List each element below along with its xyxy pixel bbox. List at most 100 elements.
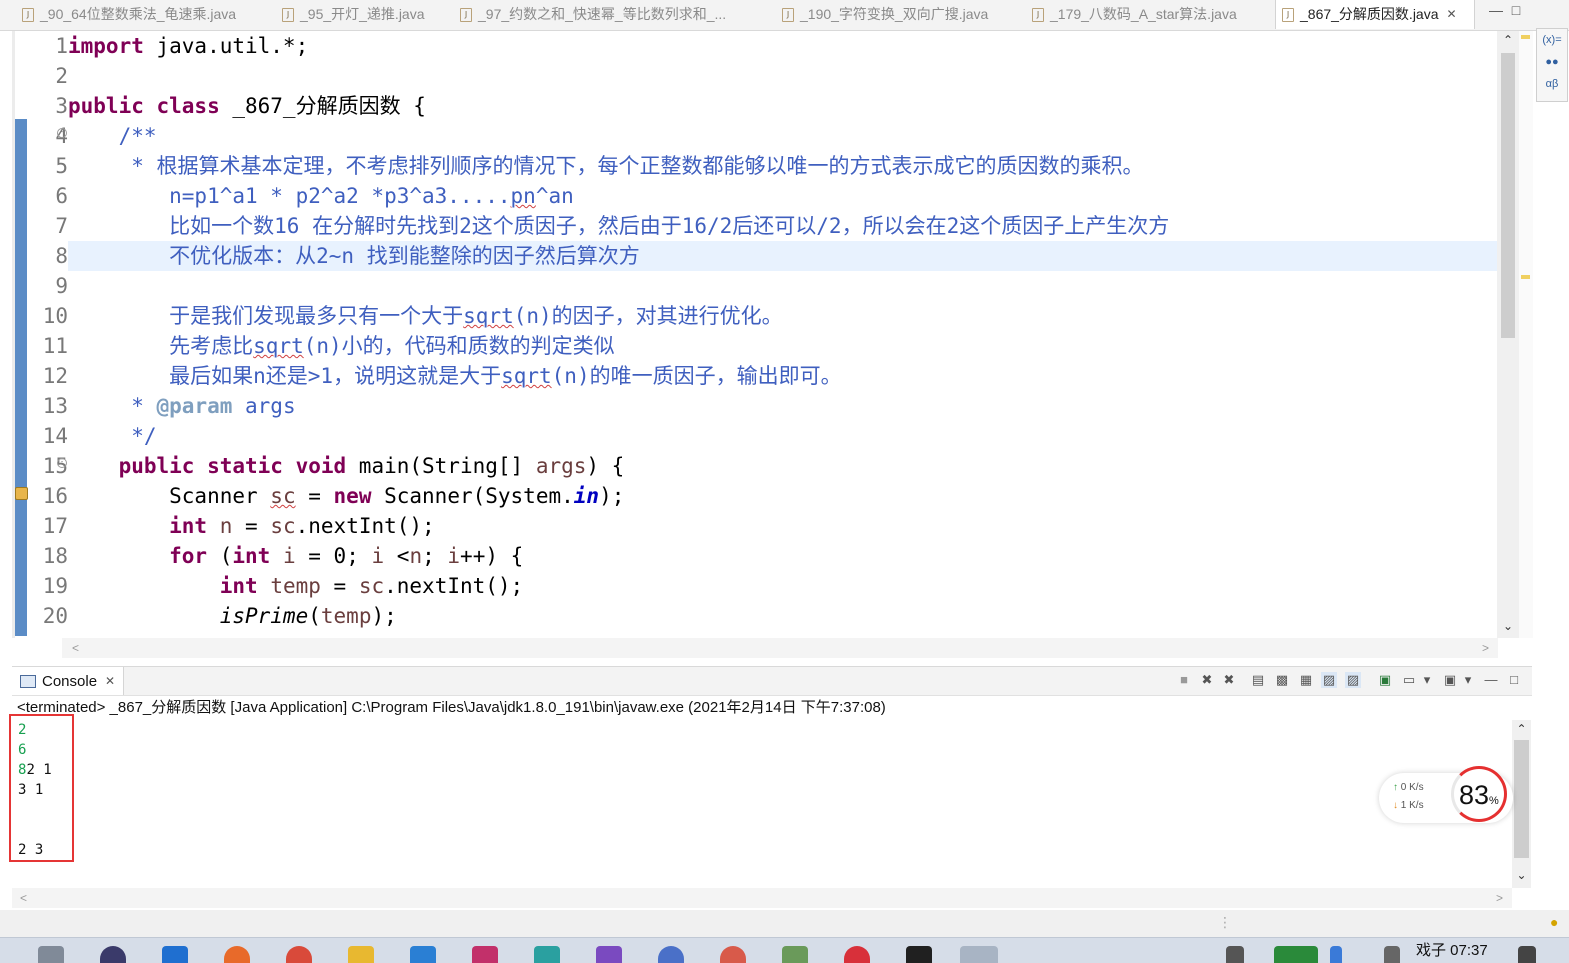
variables-view-icon[interactable]: (x)= [1537, 29, 1567, 51]
download-speed: ↓ 1 K/s [1393, 800, 1424, 811]
code-line-19: int temp = sc.nextInt(); [68, 574, 524, 598]
line-number: 1 [55, 34, 68, 58]
open-console-icon[interactable]: ▣ [1442, 672, 1458, 688]
app-icon[interactable] [162, 946, 188, 963]
line-number: 5 [55, 154, 68, 178]
battery-icon[interactable] [1274, 946, 1318, 963]
eclipse-icon[interactable] [960, 946, 998, 963]
scroll-left-icon[interactable]: < [20, 888, 27, 908]
show-on-stdout-icon[interactable]: ▨ [1321, 672, 1337, 688]
show-on-stderr-icon[interactable]: ▨ [1345, 672, 1361, 688]
tab-97-divisors[interactable]: J _97_约数之和_快速幂_等比数列求和_... [460, 0, 760, 29]
scroll-down-icon[interactable]: ⌄ [1497, 619, 1519, 633]
java-file-icon: J [460, 7, 472, 22]
app-icon[interactable] [658, 946, 684, 963]
scroll-lock-icon[interactable]: ▩ [1274, 672, 1290, 688]
terminate-icon[interactable]: ■ [1176, 672, 1192, 688]
code-line-4: /** [68, 124, 157, 148]
lightbulb-icon[interactable]: ● [1550, 914, 1558, 930]
close-console-icon[interactable]: ✕ [105, 674, 115, 688]
editor-horizontal-scrollbar[interactable]: < > [62, 638, 1498, 658]
scroll-left-icon[interactable]: < [72, 638, 79, 658]
word-wrap-icon[interactable]: ▦ [1298, 672, 1314, 688]
tray-icon[interactable] [1330, 946, 1342, 963]
vscode-icon[interactable] [410, 946, 436, 963]
overview-marker[interactable] [1521, 275, 1530, 279]
chevron-down-icon[interactable]: ▾ [1419, 672, 1435, 688]
tab-90-mul[interactable]: J _90_64位整数乘法_龟速乘.java [22, 0, 258, 29]
minimize-icon[interactable]: — [1487, 2, 1505, 20]
expressions-view-icon[interactable]: αβ [1537, 73, 1567, 95]
code-editor[interactable]: 1 2 3 4 5 6 7 8 9 10 11 12 13 14 15 16 1… [12, 31, 1520, 638]
volume-icon[interactable] [1384, 946, 1400, 963]
app-icon[interactable] [782, 946, 808, 963]
app-icon[interactable] [100, 946, 126, 963]
fold-toggle-icon[interactable]: - [57, 128, 67, 138]
browser-icon[interactable] [224, 946, 250, 963]
scroll-up-icon[interactable]: ⌃ [1497, 33, 1519, 47]
code-line-12: 最后如果n还是>1，说明这就是大于sqrt(n)的唯一质因子，输出即可。 [68, 364, 842, 388]
scroll-right-icon[interactable]: > [1482, 638, 1489, 658]
code-line-14: */ [68, 424, 157, 448]
line-number: 19 [42, 574, 68, 598]
chevron-down-icon[interactable]: ▾ [1460, 672, 1476, 688]
cpu-usage-value: 83% [1459, 780, 1499, 810]
goland-icon[interactable] [596, 946, 622, 963]
tab-label: _867_分解质因数.java [1300, 6, 1439, 22]
warning-icon[interactable] [15, 487, 28, 500]
line-number: 20 [42, 604, 68, 628]
remove-all-terminated-icon[interactable]: ✖ [1221, 672, 1237, 688]
app-icon[interactable] [38, 946, 64, 963]
input-method-icon[interactable] [1226, 946, 1244, 963]
line-number: 10 [42, 304, 68, 328]
maximize-icon[interactable]: □ [1506, 672, 1522, 688]
fold-toggle-icon[interactable]: - [57, 458, 67, 468]
breakpoints-view-icon[interactable]: ●● [1537, 51, 1567, 73]
scroll-down-icon[interactable]: ⌄ [1512, 868, 1531, 882]
tab-190-bfs[interactable]: J _190_字符变换_双向广搜.java [782, 0, 1014, 29]
console-process-title: <terminated> _867_分解质因数 [Java Applicatio… [17, 699, 886, 716]
ide-icon[interactable] [472, 946, 498, 963]
notification-icon[interactable] [1518, 946, 1536, 963]
line-number: 13 [42, 394, 68, 418]
scroll-up-icon[interactable]: ⌃ [1512, 722, 1531, 736]
scroll-right-icon[interactable]: > [1496, 888, 1503, 908]
terminal-icon[interactable] [906, 946, 932, 963]
tab-867-factorize[interactable]: J _867_分解质因数.java ✕ [1275, 0, 1475, 29]
folder-icon[interactable] [348, 946, 374, 963]
scrollbar-thumb[interactable] [1501, 53, 1515, 338]
tab-label: _90_64位整数乘法_龟速乘.java [40, 6, 237, 22]
pin-console-icon[interactable]: ▣ [1377, 672, 1393, 688]
overview-marker[interactable] [1521, 35, 1530, 39]
remove-launch-icon[interactable]: ✖ [1199, 672, 1215, 688]
tab-95-light[interactable]: J _95_开灯_递推.java [282, 0, 442, 29]
java-file-icon: J [782, 7, 794, 22]
line-number: 9 [55, 274, 68, 298]
taskbar-clock[interactable]: 戏子 07:37 [1416, 939, 1488, 960]
line-number: 16 [42, 484, 68, 508]
line-number: 14 [42, 424, 68, 448]
app-icon[interactable] [720, 946, 746, 963]
code-line-10: 于是我们发现最多只有一个大于sqrt(n)的因子，对其进行优化。 [68, 304, 783, 328]
editor-vertical-scrollbar[interactable]: ⌃ ⌄ [1497, 31, 1519, 638]
music-icon[interactable] [844, 946, 870, 963]
browser-icon[interactable] [286, 946, 312, 963]
console-tab[interactable]: Console ✕ [12, 667, 125, 695]
status-separator: ⋮ [1218, 914, 1232, 930]
code-line-7: 比如一个数16 在分解时先找到2这个质因子，然后由于16/2后还可以/2，所以会… [68, 214, 1170, 238]
java-file-icon: J [22, 7, 34, 22]
webstorm-icon[interactable] [534, 946, 560, 963]
console-vertical-scrollbar[interactable]: ⌃ ⌄ [1512, 720, 1531, 888]
tab-179-astar[interactable]: J _179_八数码_A_star算法.java [1032, 0, 1262, 29]
scrollbar-thumb[interactable] [1514, 740, 1529, 858]
minimize-icon[interactable]: — [1483, 672, 1499, 688]
clear-console-icon[interactable]: ▤ [1250, 672, 1266, 688]
close-tab-icon[interactable]: ✕ [1447, 0, 1457, 29]
console-output[interactable]: 2 6 82 1 3 1 2 3 [12, 718, 1512, 890]
console-horizontal-scrollbar[interactable]: < > [12, 888, 1512, 908]
maximize-icon[interactable]: □ [1507, 2, 1525, 20]
overview-ruler[interactable] [1519, 31, 1533, 638]
code-line-5: * 根据算术基本定理，不考虑排列顺序的情况下，每个正整数都能够以唯一的方式表示成… [68, 154, 1144, 178]
line-number: 2 [55, 64, 68, 88]
display-console-icon[interactable]: ▭ [1401, 672, 1417, 688]
